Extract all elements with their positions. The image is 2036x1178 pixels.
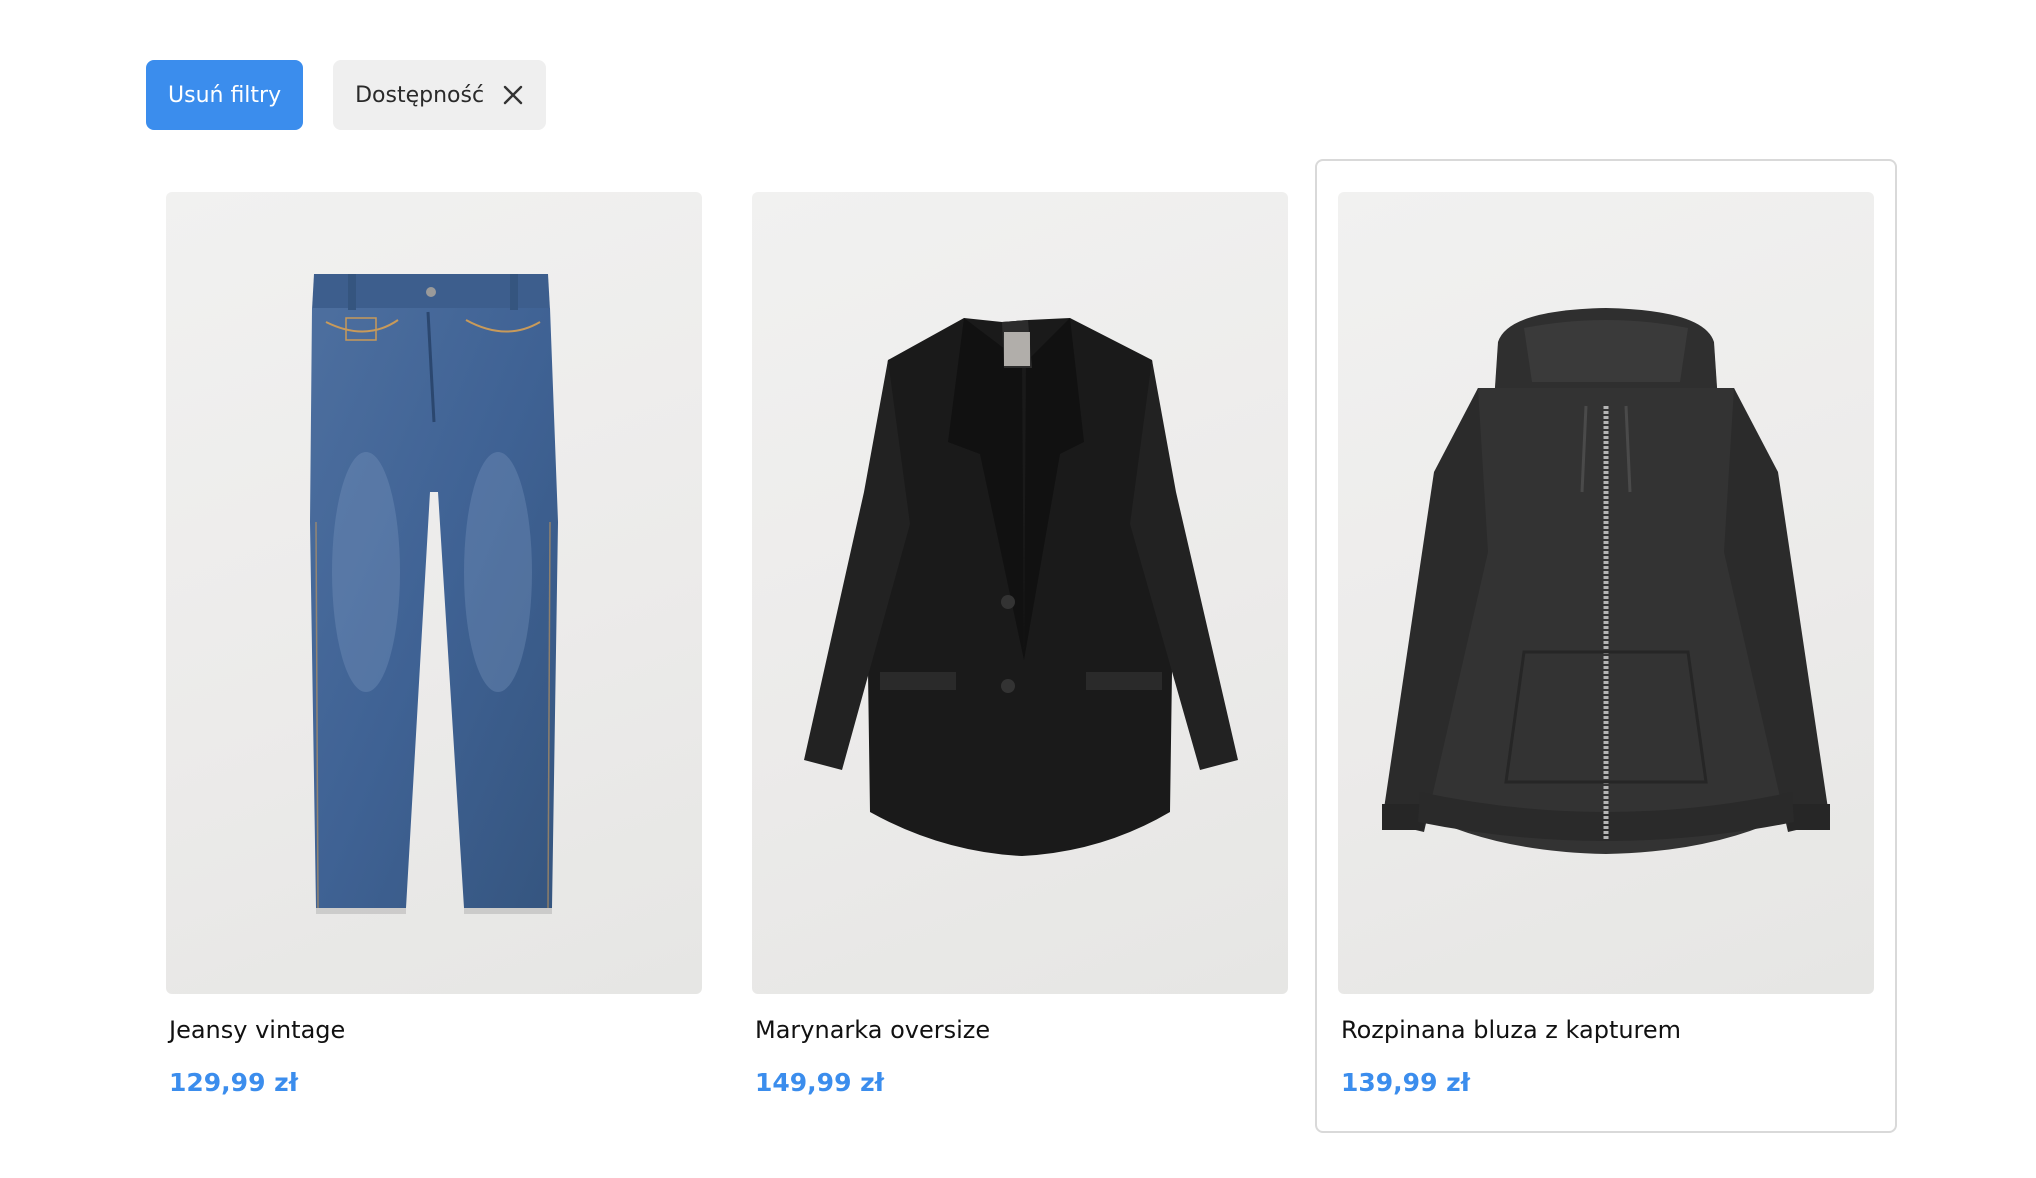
product-card-blazer[interactable]: Marynarka oversize 149,99 zł <box>752 192 1288 1097</box>
product-price: 149,99 zł <box>755 1068 885 1097</box>
product-card-hoodie[interactable]: Rozpinana bluza z kapturem 139,99 zł <box>1338 192 1874 1097</box>
clear-filters-button[interactable]: Usuń filtry <box>146 60 304 130</box>
product-card-jeans[interactable]: Jeansy vintage 129,99 zł <box>166 192 702 1097</box>
product-name[interactable]: Marynarka oversize <box>755 1016 1288 1044</box>
product-name[interactable]: Rozpinana bluza z kapturem <box>1341 1016 1874 1044</box>
close-icon[interactable] <box>502 84 524 106</box>
hoodie-image[interactable] <box>1338 192 1874 994</box>
filter-chip-label: Dostępność <box>355 82 485 108</box>
jeans-image[interactable] <box>166 192 702 994</box>
filter-bar: Usuń filtry Dostępność <box>146 60 547 130</box>
filter-chip-availability[interactable]: Dostępność <box>333 60 547 130</box>
product-name[interactable]: Jeansy vintage <box>169 1016 702 1044</box>
blazer-image[interactable] <box>752 192 1288 994</box>
product-price: 129,99 zł <box>169 1068 299 1097</box>
product-price: 139,99 zł <box>1341 1068 1471 1097</box>
